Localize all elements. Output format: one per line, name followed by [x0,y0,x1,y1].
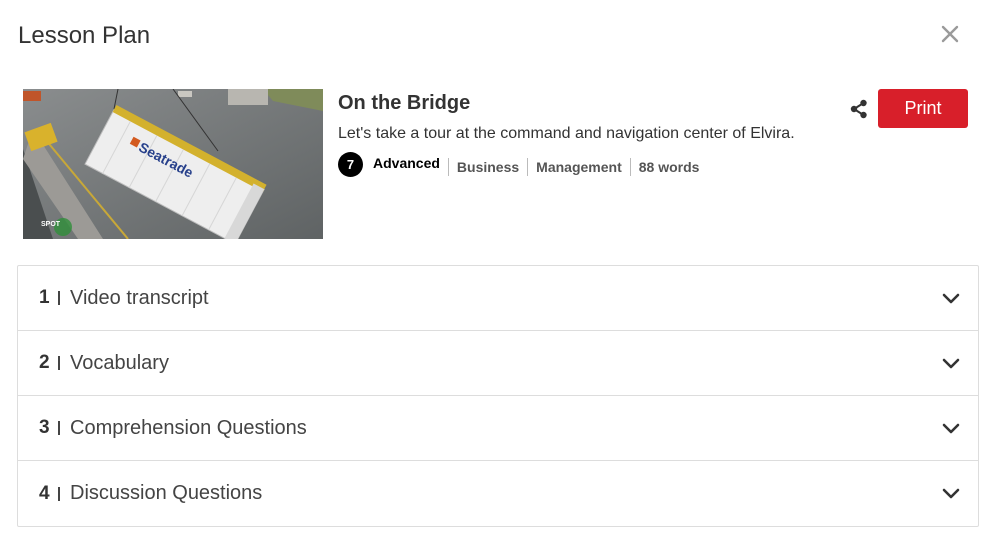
section-comprehension-questions[interactable]: 3 Comprehension Questions [18,396,978,461]
section-label: Video transcript [70,286,209,309]
level-badge: 7 [338,152,363,177]
lesson-plan-modal: Lesson Plan Seatrade SPOT On the Bridge … [0,0,995,544]
lesson-description: Let's take a tour at the command and nav… [338,125,795,142]
section-separator [58,356,60,370]
chevron-down-icon [942,293,960,304]
section-separator [58,486,60,501]
modal-title: Lesson Plan [18,22,151,49]
tag-topic: Management [527,157,630,176]
section-number: 4 [39,482,50,504]
chevron-down-icon [942,423,960,434]
section-number: 3 [39,417,50,438]
video-thumbnail[interactable]: Seatrade SPOT [23,89,323,239]
tag-word-count: 88 words [629,157,708,176]
thumbnail-image: Seatrade SPOT [23,89,323,239]
level-label: Advanced [373,154,440,171]
share-button[interactable] [849,99,869,119]
thumbnail-watermark: SPOT [41,221,61,228]
lesson-meta: 7 Advanced Business Management 88 words [338,152,707,177]
chevron-down-icon [942,488,960,499]
close-button[interactable] [938,22,962,46]
chevron-down-icon [942,358,960,369]
print-button[interactable]: Print [878,89,968,128]
section-label: Discussion Questions [70,482,263,504]
lesson-header: Seatrade SPOT On the Bridge Let's take a… [23,89,973,239]
section-vocabulary[interactable]: 2 Vocabulary [18,331,978,396]
close-icon [941,25,959,43]
lesson-title: On the Bridge [338,92,471,114]
section-discussion-questions[interactable]: 4 Discussion Questions [18,461,978,526]
section-separator [58,421,60,435]
section-number: 1 [39,287,50,308]
lesson-sections-accordion: 1 Video transcript 2 Vocabulary 3 Compre… [17,265,979,527]
section-label: Comprehension Questions [70,416,307,439]
section-number: 2 [39,352,50,373]
share-icon [850,99,867,119]
tag-category: Business [447,157,527,176]
section-separator [58,291,60,305]
section-label: Vocabulary [70,351,169,374]
section-video-transcript[interactable]: 1 Video transcript [18,266,978,331]
